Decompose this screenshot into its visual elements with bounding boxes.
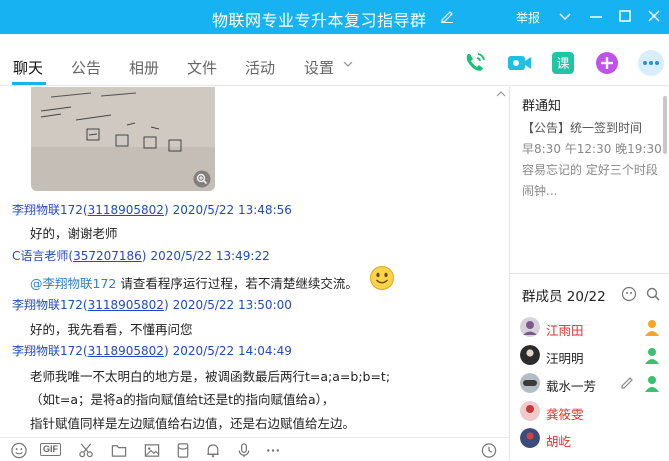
member-name: 载水一芳: [546, 379, 597, 394]
notice-line[interactable]: 【公告】统一签到时间: [522, 119, 642, 136]
emoji-icon[interactable]: [10, 442, 28, 459]
red-packet-icon[interactable]: [174, 442, 192, 459]
close-icon[interactable]: [645, 7, 663, 25]
member-name: 胡屹: [546, 434, 572, 449]
sender-name[interactable]: 李翔物联172: [12, 344, 83, 358]
class-icon[interactable]: 课: [550, 50, 576, 76]
notice-title[interactable]: 群通知: [522, 95, 561, 114]
more-dots-icon[interactable]: [264, 442, 282, 459]
message-time: 2020/5/22 13:49:22: [150, 249, 270, 263]
message-text-line: （如t=a；是将a的指向赋值给t还是t的指向赋值给a），: [30, 392, 335, 407]
message-text: 好的，我先看看，不懂再问您: [30, 322, 193, 337]
notice-line: 闹钟...: [522, 184, 558, 198]
tab-settings[interactable]: 设置: [304, 57, 334, 78]
mention-link[interactable]: @李翔物联172: [30, 276, 116, 291]
phone-call-icon[interactable]: [462, 50, 488, 76]
svg-text:课: 课: [556, 57, 569, 72]
add-app-icon[interactable]: [594, 50, 620, 76]
tab-chat[interactable]: 聊天: [13, 57, 43, 78]
member-item[interactable]: 载水一芳: [520, 373, 665, 397]
sender-name[interactable]: 李翔物联172: [12, 298, 83, 312]
admin-badge-icon: [645, 376, 659, 392]
section-divider: [510, 273, 669, 274]
admin-badge-icon: [645, 348, 659, 364]
sender-name[interactable]: C语言老师: [12, 249, 68, 263]
member-name: 龚筱雯: [546, 407, 584, 422]
input-toolbar: GIF: [0, 437, 509, 461]
microphone-icon[interactable]: [235, 442, 253, 459]
avatar: [520, 317, 540, 337]
member-name: 江雨田: [546, 323, 584, 338]
sender-qq-link[interactable]: 3118905802: [88, 203, 164, 217]
notice-line: 早8:30 午12:30 晚19:30: [522, 142, 662, 156]
sender-qq-link[interactable]: 3118905802: [88, 298, 164, 312]
tab-activity[interactable]: 活动: [245, 57, 275, 78]
zoom-in-icon[interactable]: [193, 170, 211, 188]
scissors-icon[interactable]: [77, 442, 95, 459]
image-message[interactable]: [31, 87, 215, 191]
avatar: [520, 428, 540, 448]
history-clock-icon[interactable]: [480, 442, 498, 459]
message-text-body: 请查看程序运行过程，若不清楚继续交流。: [116, 276, 358, 291]
message-time: 2020/5/22 14:04:49: [172, 344, 292, 358]
window-title: 物联网专业专升本复习指导群: [212, 11, 427, 30]
tab-files[interactable]: 文件: [187, 57, 217, 78]
dropdown-icon[interactable]: [556, 7, 574, 25]
avatar: [520, 401, 540, 421]
message-text: @李翔物联172 请查看程序运行过程，若不清楚继续交流。: [30, 273, 358, 292]
message-text-line: 指针赋值同样是左边赋值给右边值，还是右边赋值给左边。: [30, 416, 356, 431]
member-item[interactable]: 胡屹: [520, 428, 665, 452]
message-header: 李翔物联172(3118905802) 2020/5/22 13:48:56: [12, 203, 292, 217]
owner-badge-icon: [645, 320, 659, 336]
message-time: 2020/5/22 13:50:00: [172, 298, 292, 312]
collapse-icon[interactable]: [496, 89, 506, 99]
member-item[interactable]: 江雨田: [520, 317, 665, 341]
pencil-icon[interactable]: [620, 376, 634, 390]
sender-qq-link[interactable]: 3118905802: [88, 344, 164, 358]
maximize-icon[interactable]: [616, 7, 634, 25]
image-icon[interactable]: [143, 442, 161, 459]
members-title: 群成员 20/22: [522, 289, 606, 305]
edit-title-icon[interactable]: [440, 9, 454, 23]
message-header: 李翔物联172(3118905802) 2020/5/22 13:50:00: [12, 298, 292, 312]
message-text: 好的，谢谢老师: [30, 226, 118, 241]
message-header: 李翔物联172(3118905802) 2020/5/22 14:04:49: [12, 344, 292, 358]
sender-qq-link[interactable]: 357207186: [73, 249, 142, 263]
tab-album[interactable]: 相册: [129, 57, 159, 78]
chevron-down-icon[interactable]: [343, 59, 353, 69]
message-text-line: 老师我唯一不太明白的地方是，被调函数最后两行t=a;a=b;b=t;: [30, 369, 391, 384]
minimize-icon[interactable]: [587, 7, 605, 25]
tab-announcement[interactable]: 公告: [71, 57, 101, 78]
panel-divider: [509, 87, 510, 461]
avatar: [520, 373, 540, 393]
handwritten-photo: [31, 87, 215, 191]
member-item[interactable]: 龚筱雯: [520, 401, 665, 425]
message-time: 2020/5/22 13:48:56: [172, 203, 292, 217]
message-header: C语言老师(357207186) 2020/5/22 13:49:22: [12, 249, 270, 263]
member-name: 汪明明: [546, 351, 584, 366]
search-icon[interactable]: [645, 286, 661, 302]
notice-scrollbar[interactable]: [663, 96, 667, 154]
more-icon[interactable]: [636, 48, 666, 78]
avatar: [520, 345, 540, 365]
video-call-icon[interactable]: [506, 50, 532, 76]
title-bar: 物联网专业专升本复习指导群 举报: [0, 0, 669, 34]
sender-name[interactable]: 李翔物联172: [12, 203, 83, 217]
report-button[interactable]: 举报: [516, 9, 540, 26]
member-item[interactable]: 汪明明: [520, 345, 665, 369]
smile-emoji-icon: [370, 266, 394, 290]
active-tab-indicator: [12, 82, 46, 85]
folder-icon[interactable]: [110, 442, 128, 459]
gif-button[interactable]: GIF: [40, 443, 61, 456]
bell-icon[interactable]: [204, 442, 222, 459]
member-manage-icon[interactable]: [621, 286, 637, 302]
notice-line: 容易忘记的 定好三个时段: [522, 163, 658, 177]
